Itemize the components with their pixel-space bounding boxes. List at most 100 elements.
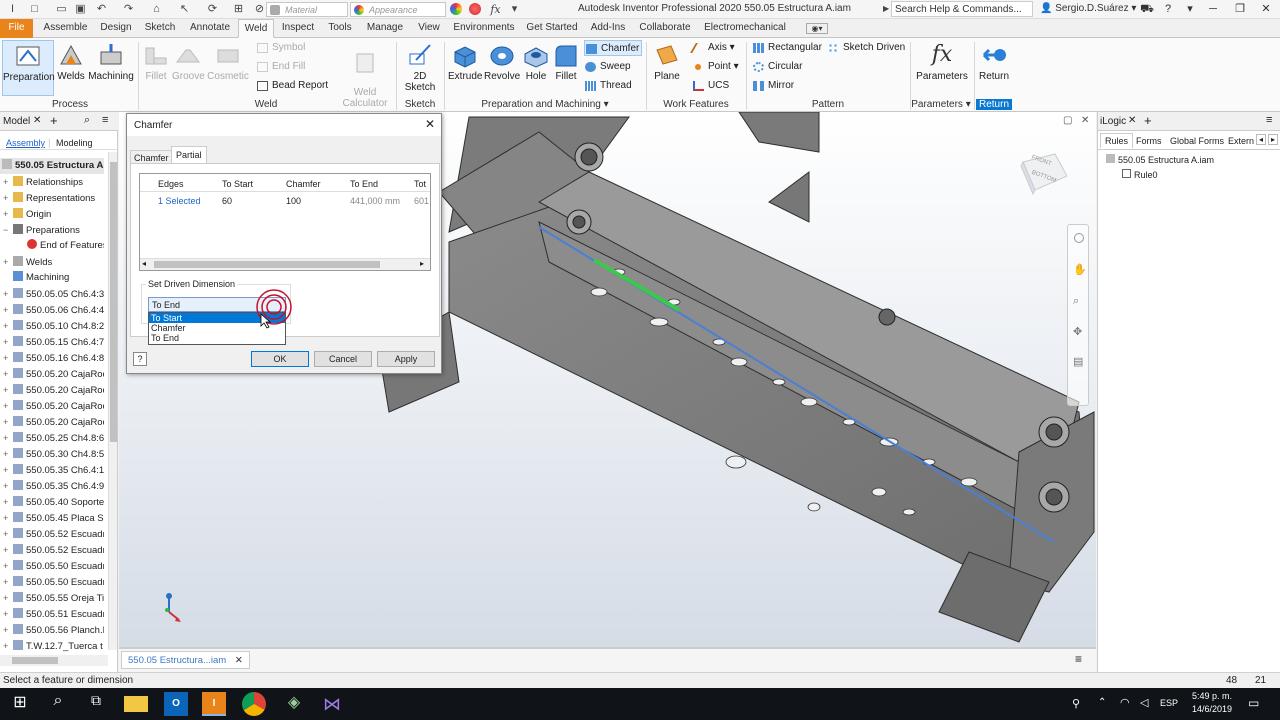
tree-item[interactable]: + Origin bbox=[0, 206, 104, 222]
close-icon[interactable]: ✕ bbox=[425, 117, 435, 131]
fx-icon[interactable]: fx bbox=[489, 3, 502, 16]
clock-date[interactable]: 14/6/2019 bbox=[1190, 704, 1234, 714]
fillet-button[interactable]: Fillet bbox=[552, 40, 580, 86]
expand-icon[interactable]: + bbox=[3, 462, 11, 478]
tab-electromechanical[interactable]: Electromechanical bbox=[700, 19, 790, 38]
tab-weld[interactable]: Weld bbox=[238, 19, 274, 38]
search-icon[interactable]: ⌕ bbox=[84, 114, 90, 127]
help-dropdown-icon[interactable]: ▾ bbox=[1180, 1, 1200, 17]
look-at-icon[interactable]: ▤ bbox=[1073, 355, 1083, 368]
chevron-up-icon[interactable]: ⌃ bbox=[1098, 697, 1106, 708]
tree-item[interactable]: +550.05.50 Escuadr bbox=[0, 574, 104, 590]
chrome-icon[interactable] bbox=[242, 692, 266, 716]
tab-get-started[interactable]: Get Started bbox=[524, 19, 580, 38]
col-total[interactable]: Tot bbox=[414, 179, 426, 189]
zoom-icon[interactable]: ⌕ bbox=[1073, 295, 1079, 308]
menu-icon[interactable]: ≡ bbox=[102, 114, 108, 126]
home-icon[interactable]: ⌂ bbox=[150, 3, 163, 16]
close-icon[interactable]: ✕ bbox=[1256, 1, 1276, 17]
tab-external[interactable]: Extern bbox=[1228, 136, 1256, 146]
tree-item[interactable]: − Preparations bbox=[0, 222, 104, 238]
revolve-button[interactable]: Revolve bbox=[484, 40, 520, 86]
table-row[interactable]: 1 Selected 60 100 441,000 mm 601 bbox=[140, 193, 430, 209]
document-tab[interactable]: 550.05 Estructura...iam ✕ bbox=[121, 651, 250, 669]
outlook-icon[interactable]: O bbox=[164, 692, 188, 716]
sketch-driven-button[interactable]: Sketch Driven bbox=[827, 40, 905, 56]
assembly-view-link[interactable]: Assembly bbox=[6, 138, 45, 148]
expand-icon[interactable]: + bbox=[3, 446, 11, 462]
edges-table[interactable]: Edges To Start Chamfer To End Tot 1 Sele… bbox=[139, 173, 431, 271]
tree-item[interactable]: +550.05.06 Ch6.4:4 bbox=[0, 302, 104, 318]
tab-collaborate[interactable]: Collaborate bbox=[636, 19, 694, 38]
tab-partial[interactable]: Partial bbox=[171, 146, 207, 164]
volume-icon[interactable]: ◁ bbox=[1140, 696, 1148, 709]
restore-icon[interactable]: ❐ bbox=[1230, 1, 1250, 17]
windows-start-icon[interactable]: ⊞ bbox=[8, 692, 32, 716]
tree-item[interactable]: +550.05.20 CajaRod bbox=[0, 414, 104, 430]
chevron-right-icon[interactable]: ▸ bbox=[420, 259, 424, 268]
update-icon[interactable]: ⟳ bbox=[206, 3, 219, 16]
tab-add-ins[interactable]: Add-Ins bbox=[586, 19, 630, 38]
expand-icon[interactable]: + bbox=[3, 574, 11, 590]
tree-item[interactable]: +550.05.56 Planch.F bbox=[0, 622, 104, 638]
circular-pattern-button[interactable]: Circular bbox=[752, 59, 802, 75]
search-icon[interactable]: ⌕ bbox=[46, 692, 70, 716]
axis-button[interactable]: Axis ▾ bbox=[690, 40, 735, 56]
machining-button[interactable]: Machining bbox=[88, 40, 134, 86]
return-button[interactable]: Return bbox=[976, 40, 1012, 86]
welds-button[interactable]: Welds bbox=[56, 40, 86, 86]
tab-annotate[interactable]: Annotate bbox=[186, 19, 234, 38]
vertical-scrollbar[interactable] bbox=[108, 152, 117, 650]
expand-icon[interactable]: + bbox=[3, 318, 11, 334]
tree-item[interactable]: +550.05.35 Ch6.4:9 bbox=[0, 478, 104, 494]
user-account[interactable]: 👤 Sergio.D.Suárez ▾ bbox=[1040, 3, 1136, 14]
file-explorer-icon[interactable] bbox=[124, 696, 148, 712]
ok-button[interactable]: OK bbox=[251, 351, 309, 367]
tree-item[interactable]: +550.05.20 CajaRod bbox=[0, 398, 104, 414]
col-to-start[interactable]: To Start bbox=[222, 179, 253, 189]
adjust-appearance-icon[interactable] bbox=[450, 3, 462, 15]
ribbon-options-icon[interactable]: ◉▾ bbox=[806, 23, 828, 34]
app-icon[interactable]: ◈ bbox=[282, 692, 306, 716]
material-select[interactable]: Material bbox=[266, 2, 348, 17]
rectangular-pattern-button[interactable]: Rectangular bbox=[752, 40, 822, 56]
expand-icon[interactable]: + bbox=[3, 366, 11, 382]
tree-root[interactable]: 550.05 Estructura A bbox=[0, 158, 104, 174]
ilogic-tree-root[interactable]: 550.05 Estructura A.iam bbox=[1106, 154, 1214, 165]
thread-button[interactable]: Thread bbox=[584, 78, 632, 94]
tab-environments[interactable]: Environments bbox=[450, 19, 518, 38]
parameters-button[interactable]: fx Parameters bbox=[914, 40, 970, 86]
menu-icon[interactable]: ≡ bbox=[1266, 114, 1272, 126]
expand-icon[interactable]: + bbox=[3, 350, 11, 366]
plane-button[interactable]: Plane bbox=[650, 40, 684, 86]
undo-icon[interactable]: ↶ bbox=[95, 3, 108, 16]
bead-report-button[interactable]: Bead Report bbox=[256, 78, 328, 94]
tab-assemble[interactable]: Assemble bbox=[38, 19, 93, 38]
help-icon[interactable]: ? bbox=[133, 352, 147, 366]
visual-studio-icon[interactable]: ⋈ bbox=[320, 692, 344, 716]
minimize-icon[interactable]: ─ bbox=[1203, 1, 1223, 17]
language-indicator[interactable]: ESP bbox=[1160, 698, 1178, 708]
ilogic-rule-item[interactable]: Rule0 bbox=[1122, 169, 1158, 180]
tab-model[interactable]: Model bbox=[3, 116, 30, 127]
tree-item[interactable]: + Representations bbox=[0, 190, 104, 206]
prep-machining-panel-label[interactable]: Preparation and Machining ▾ bbox=[470, 99, 620, 110]
close-view-icon[interactable]: ✕ bbox=[1081, 115, 1089, 126]
tab-sketch[interactable]: Sketch bbox=[140, 19, 180, 38]
expand-icon[interactable]: + bbox=[3, 174, 11, 190]
parameters-panel-label[interactable]: Parameters ▾ bbox=[906, 99, 976, 110]
expand-icon[interactable]: + bbox=[3, 638, 11, 654]
apply-button[interactable]: Apply bbox=[377, 351, 435, 367]
cell-edges[interactable]: 1 Selected bbox=[158, 196, 201, 206]
steering-wheel-icon[interactable] bbox=[1074, 233, 1084, 243]
table-scrollbar[interactable]: ◂ ▸ bbox=[140, 258, 430, 270]
cart-icon[interactable]: ⛟ bbox=[1137, 1, 1157, 17]
qat-options-icon[interactable]: ▾ bbox=[508, 3, 521, 16]
collapse-icon[interactable]: − bbox=[3, 222, 11, 238]
chamfer-button[interactable]: Chamfer bbox=[584, 40, 642, 56]
open-folder-icon[interactable]: ▭ bbox=[55, 3, 68, 16]
pan-icon[interactable]: ✋ bbox=[1073, 263, 1087, 276]
app-menu-icon[interactable]: I bbox=[6, 3, 19, 16]
end-fill-button[interactable]: End Fill bbox=[256, 59, 305, 75]
expand-icon[interactable]: + bbox=[3, 542, 11, 558]
